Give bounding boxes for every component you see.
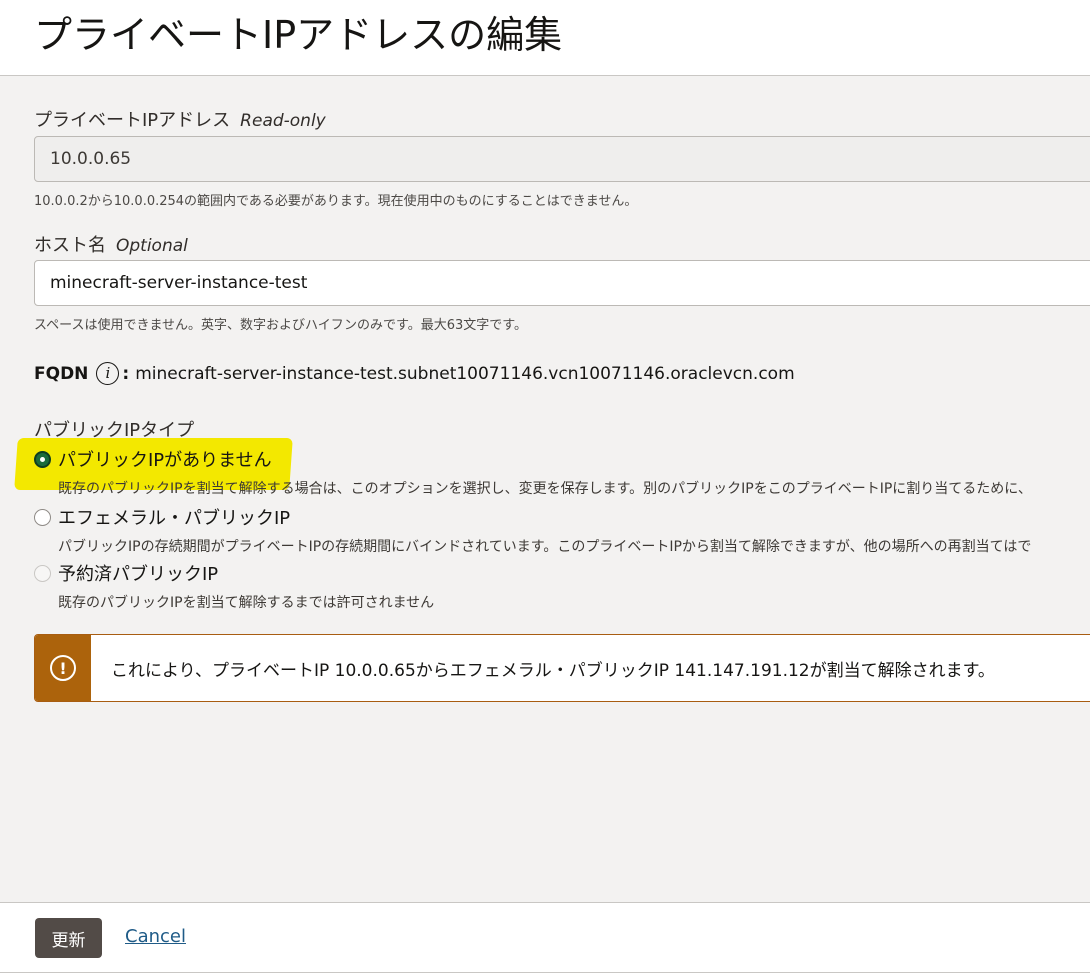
- private-ip-help: 10.0.0.2から10.0.0.254の範囲内である必要があります。現在使用中…: [34, 194, 638, 209]
- radio-reserved-public-ip: [34, 565, 51, 582]
- option-no-public-ip-label: パブリックIPがありません: [58, 450, 272, 471]
- option-reserved-public-ip-description: 既存のパブリックIPを割当て解除するまでは許可されません: [58, 595, 435, 611]
- fqdn-label: FQDN: [34, 363, 89, 384]
- edit-form: プライベートIPアドレス Read-only 10.0.0.2から10.0.0.2…: [14, 76, 1090, 902]
- private-ip-field[interactable]: [34, 136, 1090, 182]
- optional-hint: Optional: [116, 236, 188, 256]
- hostname-label: ホスト名 Optional: [34, 231, 188, 257]
- cancel-link[interactable]: Cancel: [125, 926, 186, 947]
- hostname-input[interactable]: [34, 260, 1090, 306]
- option-ephemeral-public-ip-label: エフェメラル・パブリックIP: [58, 508, 291, 529]
- warning-icon: !: [50, 655, 76, 681]
- fqdn-colon: :: [122, 363, 130, 384]
- footer-divider: [0, 972, 1090, 973]
- warning-message: これにより、プライベートIP 10.0.0.65からエフェメラル・パブリックIP…: [111, 660, 995, 681]
- update-button[interactable]: 更新: [35, 918, 102, 958]
- page-title: プライベートIPアドレスの編集: [34, 13, 563, 57]
- hostname-label-text: ホスト名: [34, 235, 106, 256]
- info-icon[interactable]: i: [96, 362, 120, 385]
- radio-ephemeral-public-ip[interactable]: [34, 509, 51, 526]
- option-no-public-ip-description: 既存のパブリックIPを割当て解除する場合は、このオプションを選択し、変更を保存し…: [58, 481, 1032, 497]
- page-header: プライベートIPアドレスの編集: [0, 0, 1090, 76]
- option-ephemeral-public-ip-description: パブリックIPの存続期間がプライベートIPの存続期間にバインドされています。この…: [58, 539, 1032, 555]
- warning-accent: !: [35, 635, 91, 701]
- fqdn-value: minecraft-server-instance-test.subnet100…: [135, 363, 795, 384]
- form-footer: 更新 Cancel: [0, 902, 1090, 979]
- private-ip-label: プライベートIPアドレス Read-only: [34, 106, 326, 132]
- fqdn-row: FQDN i : minecraft-server-instance-test.…: [34, 362, 795, 385]
- warning-banner: ! これにより、プライベートIP 10.0.0.65からエフェメラル・パブリック…: [34, 634, 1090, 702]
- hostname-help: スペースは使用できません。英字、数字およびハイフンのみです。最大63文字です。: [34, 318, 527, 333]
- option-reserved-public-ip-label: 予約済パブリックIP: [58, 564, 219, 585]
- private-ip-label-text: プライベートIPアドレス: [34, 110, 231, 131]
- read-only-hint: Read-only: [240, 111, 326, 131]
- radio-no-public-ip[interactable]: [34, 451, 51, 468]
